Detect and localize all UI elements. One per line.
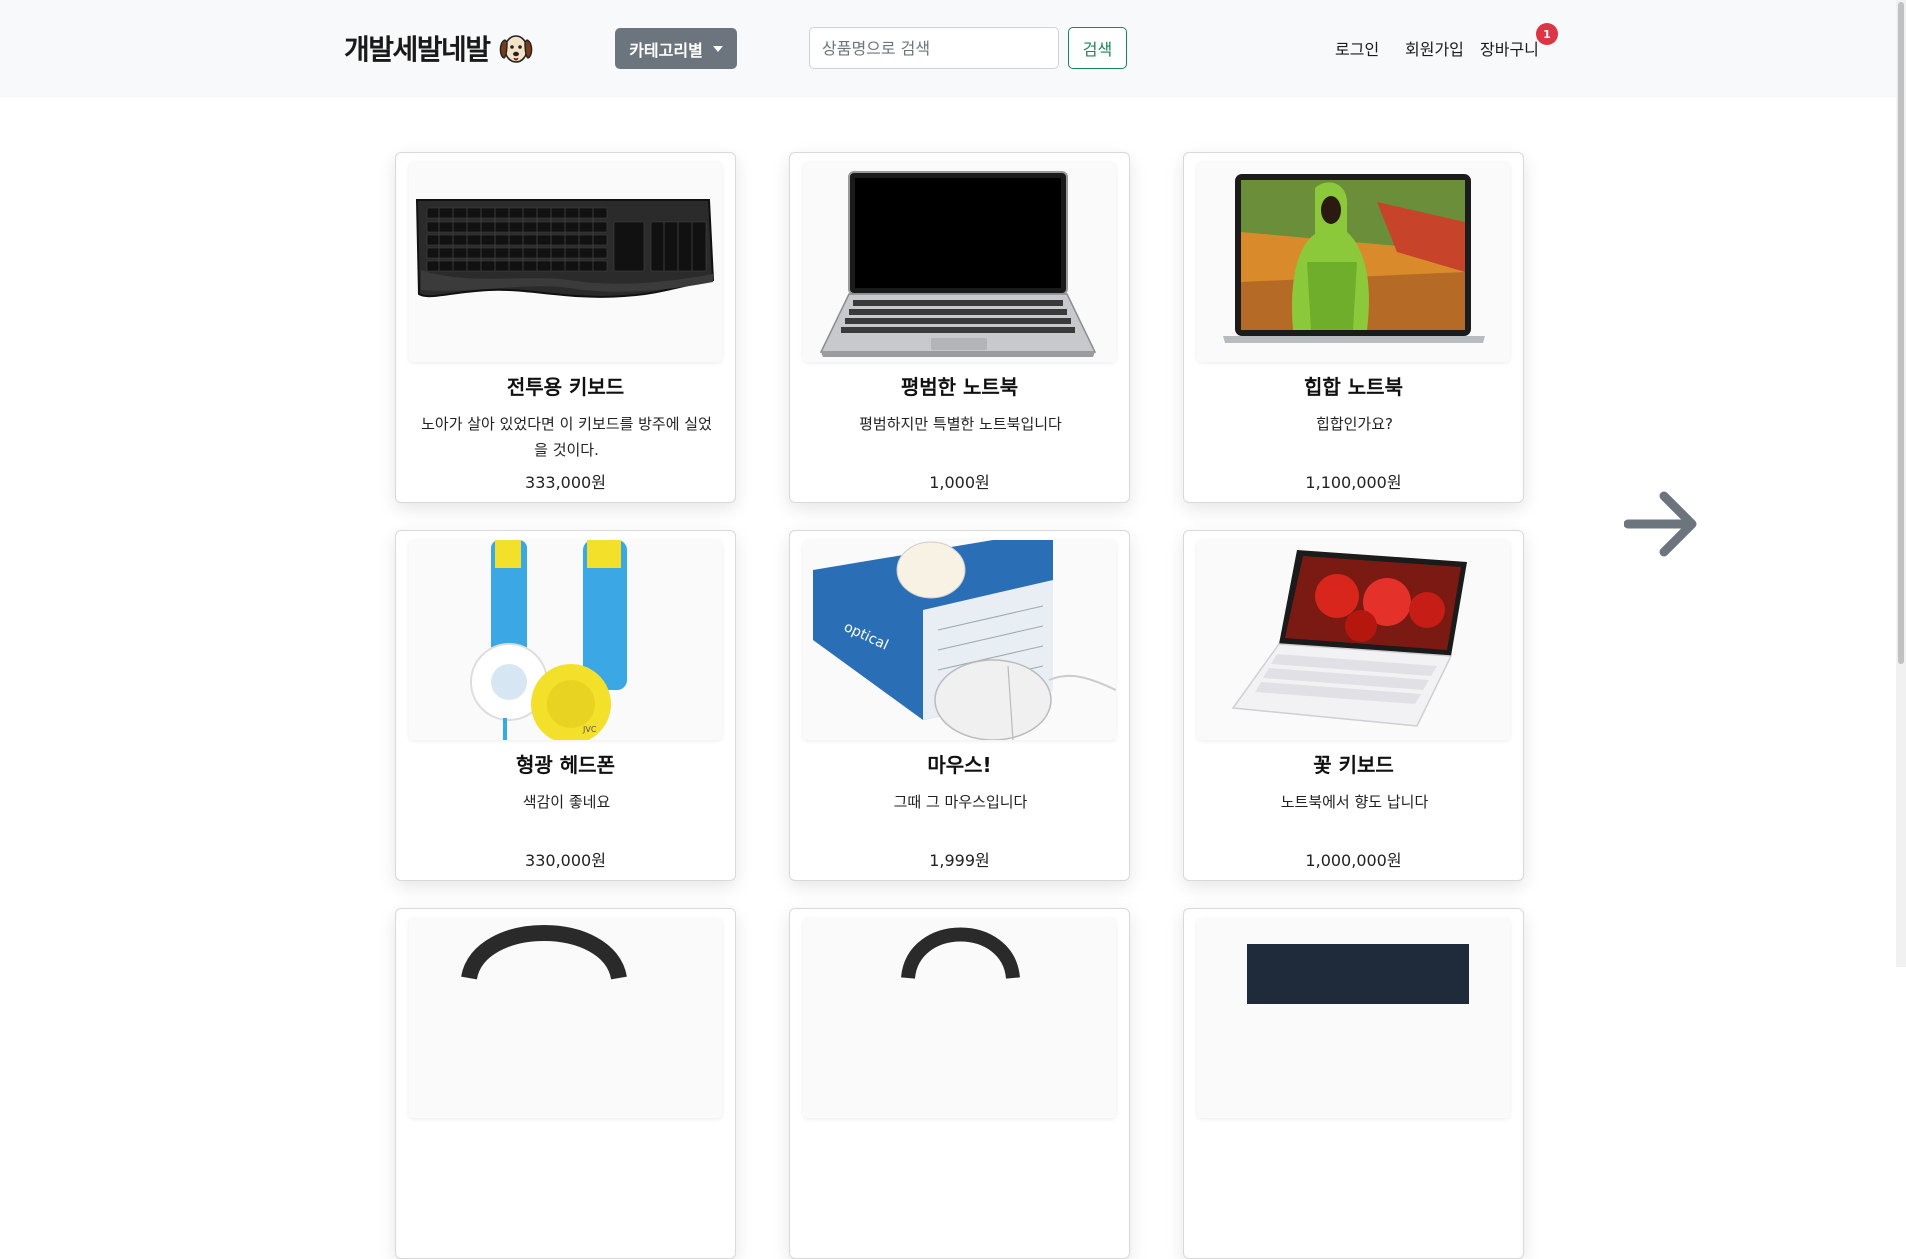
product-card[interactable]: 평범한 노트북 평범하지만 특별한 노트북입니다 1,000원 [789,152,1130,503]
product-title: 꽃 키보드 [1313,753,1394,777]
product-card[interactable]: JVC 형광 헤드폰 색감이 좋네요 330,000원 [395,530,736,881]
cart-count-badge: 1 [1536,23,1558,45]
search-input[interactable] [809,27,1059,69]
product-price: 1,000,000원 [1305,851,1402,870]
cart-link[interactable]: 장바구니 [1480,36,1539,60]
brand-name: 개발세발네발 [344,33,491,66]
product-price: 1,000원 [929,473,990,492]
product-image-laptop-dark [1197,918,1510,1118]
product-price: 330,000원 [525,851,606,870]
product-price: 1,999원 [929,851,990,870]
scrollbar-thumb[interactable] [1898,2,1904,664]
product-description: 힙합인가요? [1316,415,1393,433]
product-image-headphones-dark [803,918,1116,1118]
product-title: 마우스! [927,753,992,777]
product-image-keyboard [409,162,722,362]
product-description: 평범하지만 특별한 노트북입니다 [859,415,1062,433]
signup-link[interactable]: 회원가입 [1405,36,1464,60]
svg-text:JVC: JVC [582,725,597,734]
brand-logo-link[interactable]: 개발세발네발 [344,26,536,70]
product-card[interactable]: optical 마우스! 그때 그 마우스입니다 1,999원 [789,530,1130,881]
search-button[interactable]: 검색 [1068,27,1127,69]
product-image-laptop-silver [803,162,1116,362]
caret-down-icon [712,45,723,52]
product-title: 전투용 키보드 [506,375,625,399]
category-button-label: 카테고리별 [629,40,703,60]
product-title: 평범한 노트북 [900,375,1019,399]
dog-logo-icon [499,35,532,63]
product-card[interactable]: 전투용 키보드 노아가 살아 있었다면 이 키보드를 방주에 실었을 것이다. … [395,152,736,503]
product-description: 그때 그 마우스입니다 [893,793,1028,811]
product-description: 노트북에서 향도 납니다 [1280,793,1429,811]
login-link[interactable]: 로그인 [1335,36,1379,60]
product-card[interactable] [395,908,736,1259]
product-price: 1,100,000원 [1305,473,1402,492]
product-description: 색감이 좋네요 [522,793,611,811]
product-image-mouse: optical [803,540,1116,740]
product-image-laptop-flower [1197,540,1510,740]
product-price: 333,000원 [525,473,606,492]
category-dropdown-button[interactable]: 카테고리별 [615,28,737,69]
product-image-headphones-neon: JVC [409,540,722,740]
product-card[interactable]: 꽃 키보드 노트북에서 향도 납니다 1,000,000원 [1183,530,1524,881]
product-card[interactable]: 힙합 노트북 힙합인가요? 1,100,000원 [1183,152,1524,503]
product-title: 힙합 노트북 [1304,375,1403,399]
product-card[interactable] [1183,908,1524,1259]
product-image-laptop-hiphop [1197,162,1510,362]
product-title: 형광 헤드폰 [516,753,615,777]
navbar: 개발세발네발 카테고리별 검색 로그인 회원가입 장바구니 1 [0,0,1906,98]
product-card[interactable] [789,908,1130,1259]
product-description: 노아가 살아 있었다면 이 키보드를 방주에 실었을 것이다. [421,415,712,459]
product-image-headphones-black [409,918,722,1118]
page-scrollbar[interactable] [1896,0,1906,967]
arrow-right-icon[interactable] [1624,488,1700,560]
